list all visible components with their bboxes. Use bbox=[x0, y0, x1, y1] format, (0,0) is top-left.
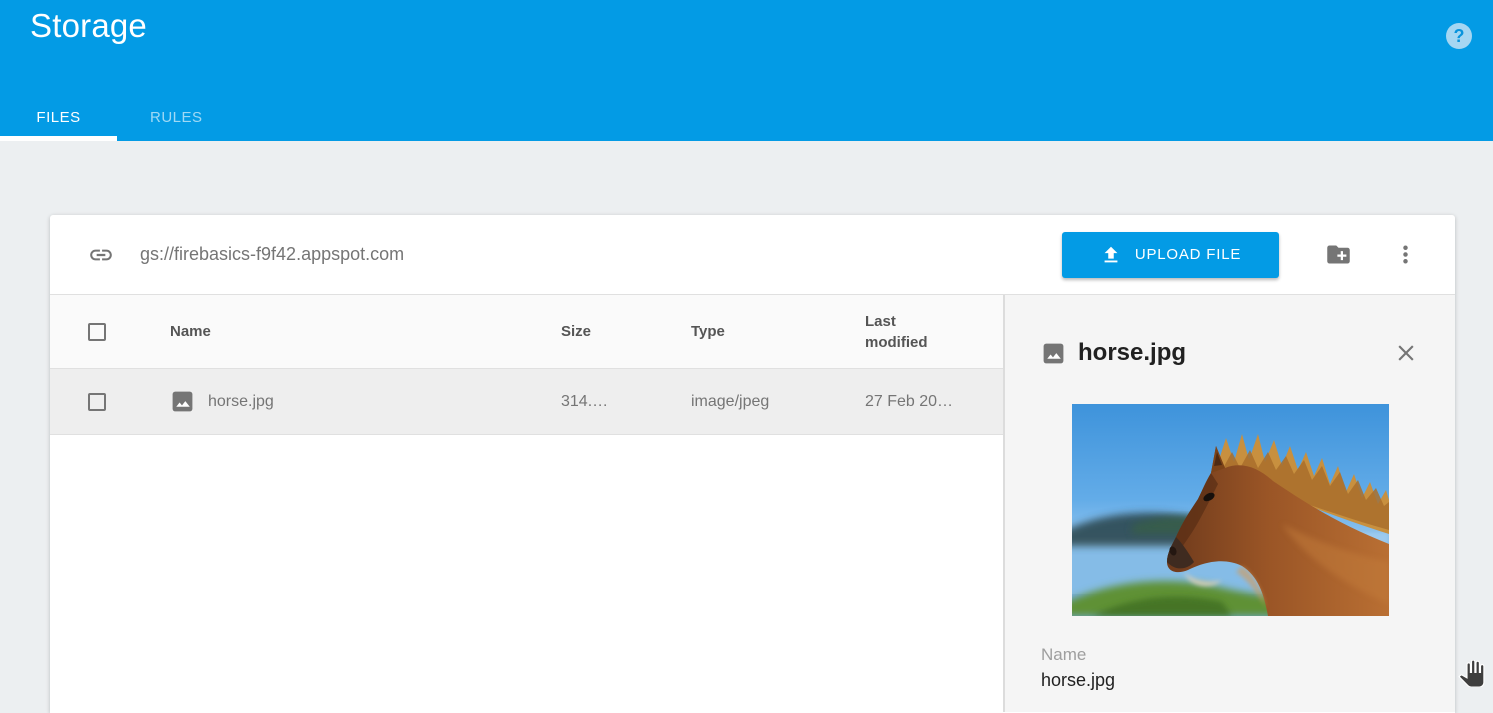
image-file-icon bbox=[1041, 341, 1066, 366]
upload-arrow-icon bbox=[1100, 244, 1122, 266]
close-panel-button[interactable] bbox=[1393, 340, 1419, 366]
card-body: Name Size Type Last modified horse.jpg bbox=[50, 295, 1455, 712]
file-name: horse.jpg bbox=[208, 393, 274, 411]
image-preview[interactable] bbox=[1072, 404, 1389, 616]
close-icon bbox=[1393, 354, 1419, 369]
name-field: Name horse.jpg bbox=[1041, 645, 1419, 691]
field-value: horse.jpg bbox=[1041, 670, 1419, 691]
create-folder-button[interactable] bbox=[1325, 241, 1352, 268]
select-all-checkbox[interactable] bbox=[88, 323, 106, 341]
select-all-cell bbox=[50, 323, 170, 341]
help-button[interactable]: ? bbox=[1446, 23, 1472, 49]
tab-files-label: FILES bbox=[36, 109, 80, 126]
file-type: image/jpeg bbox=[691, 393, 865, 411]
column-header-size[interactable]: Size bbox=[561, 323, 691, 340]
table-row[interactable]: horse.jpg 314.… image/jpeg 27 Feb 20… bbox=[50, 369, 1003, 435]
column-header-last-modified[interactable]: Last modified bbox=[865, 311, 1003, 353]
row-checkbox[interactable] bbox=[88, 393, 106, 411]
storage-card: gs://firebasics-f9f42.appspot.com UPLOAD… bbox=[50, 215, 1455, 713]
row-checkbox-cell bbox=[50, 393, 170, 411]
more-vert-icon bbox=[1392, 256, 1419, 271]
file-name-cell: horse.jpg bbox=[170, 389, 561, 414]
file-last-modified: 27 Feb 20… bbox=[865, 391, 1003, 412]
image-file-icon bbox=[170, 389, 195, 414]
field-label: Name bbox=[1041, 645, 1419, 665]
tab-rules-label: RULES bbox=[150, 109, 203, 126]
overflow-menu-button[interactable] bbox=[1392, 241, 1419, 268]
horse-photo bbox=[1072, 404, 1389, 616]
help-icon: ? bbox=[1446, 23, 1472, 49]
file-detail-panel: horse.jpg bbox=[1003, 295, 1455, 712]
tab-rules[interactable]: RULES bbox=[117, 93, 236, 141]
link-icon bbox=[88, 242, 114, 268]
tab-bar: FILES RULES bbox=[0, 93, 236, 141]
table-header-row: Name Size Type Last modified bbox=[50, 295, 1003, 369]
tab-files[interactable]: FILES bbox=[0, 93, 117, 141]
firebase-storage-page: Storage ? FILES RULES gs://firebasics-f9… bbox=[0, 0, 1493, 713]
column-header-type[interactable]: Type bbox=[691, 323, 865, 340]
app-header: Storage ? FILES RULES bbox=[0, 0, 1493, 141]
column-header-name[interactable]: Name bbox=[170, 323, 561, 340]
upload-file-button[interactable]: UPLOAD FILE bbox=[1062, 232, 1279, 278]
folder-plus-icon bbox=[1325, 256, 1352, 271]
files-table: Name Size Type Last modified horse.jpg bbox=[50, 295, 1003, 712]
file-size: 314.… bbox=[561, 393, 691, 411]
hand-cursor-icon bbox=[1458, 660, 1485, 687]
bucket-breadcrumb[interactable]: gs://firebasics-f9f42.appspot.com bbox=[140, 244, 404, 265]
bucket-toolbar: gs://firebasics-f9f42.appspot.com UPLOAD… bbox=[50, 215, 1455, 295]
panel-header: horse.jpg bbox=[1041, 339, 1419, 367]
page-title: Storage bbox=[30, 7, 147, 45]
upload-file-label: UPLOAD FILE bbox=[1135, 246, 1241, 263]
panel-title: horse.jpg bbox=[1078, 339, 1186, 367]
